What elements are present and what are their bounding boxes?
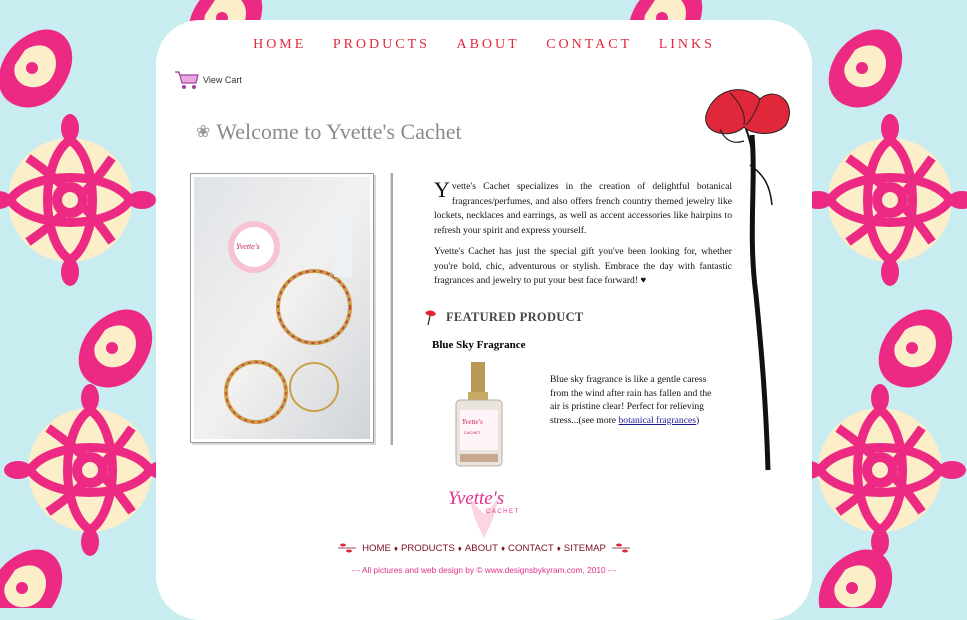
svg-text:Yvette's: Yvette's (448, 488, 504, 509)
nav-products[interactable]: PRODUCTS (333, 37, 430, 52)
nav-links[interactable]: LINKS (659, 37, 715, 52)
poppy-icon (425, 310, 436, 326)
copyright-credit: -·- All pictures and web design by © www… (351, 565, 617, 575)
poppy-illustration (705, 89, 790, 471)
view-cart-label: View Cart (203, 75, 242, 85)
footer-nav: HOME ♦ PRODUCTS ♦ ABOUT ♦ CONTACT ♦ SITE… (156, 542, 812, 554)
featured-heading-label: FEATURED PRODUCT (446, 309, 584, 324)
svg-text:Yvette's: Yvette's (236, 242, 260, 251)
top-nav: HOME PRODUCTS ABOUT CONTACT LINKS (156, 37, 812, 53)
nav-home[interactable]: HOME (253, 37, 306, 52)
fragrance-bottle-image[interactable]: Yvette's CACHET (452, 362, 510, 470)
sprig-left-icon (338, 543, 357, 553)
sprig-right-icon (611, 543, 630, 553)
page-title: ❀ Welcome to Yvette's Cachet (196, 119, 462, 145)
dropcap: Y (434, 177, 450, 202)
featured-product-name: Blue Sky Fragrance (432, 339, 526, 351)
footer-link-sitemap[interactable]: SITEMAP (564, 543, 606, 554)
welcome-heading: Welcome to Yvette's Cachet (216, 119, 462, 144)
earrings-photo-frame: Yvette's (190, 173, 374, 443)
content-panel: HOME PRODUCTS ABOUT CONTACT LINKS View C… (156, 20, 812, 620)
svg-text:CACHET: CACHET (486, 509, 520, 515)
botanical-fragrances-link[interactable]: botanical fragrances (618, 415, 696, 426)
yvettes-cachet-logo: Yvette's CACHET (448, 488, 520, 538)
footer-link-contact[interactable]: CONTACT (508, 543, 554, 554)
footer-link-home[interactable]: HOME (362, 543, 391, 554)
svg-text:CACHET: CACHET (464, 430, 481, 435)
earrings-photo: Yvette's (194, 177, 370, 439)
footer-link-products[interactable]: PRODUCTS (401, 543, 455, 554)
shopping-cart-icon (175, 71, 199, 89)
footer-link-about[interactable]: ABOUT (465, 543, 498, 554)
column-divider (390, 173, 393, 445)
nav-contact[interactable]: CONTACT (546, 37, 632, 52)
featured-heading: FEATURED PRODUCT (422, 308, 584, 326)
flower-icon: ❀ (196, 122, 211, 141)
nav-about[interactable]: ABOUT (456, 37, 519, 52)
svg-text:Yvette's: Yvette's (462, 418, 483, 426)
view-cart-link[interactable]: View Cart (174, 70, 242, 90)
